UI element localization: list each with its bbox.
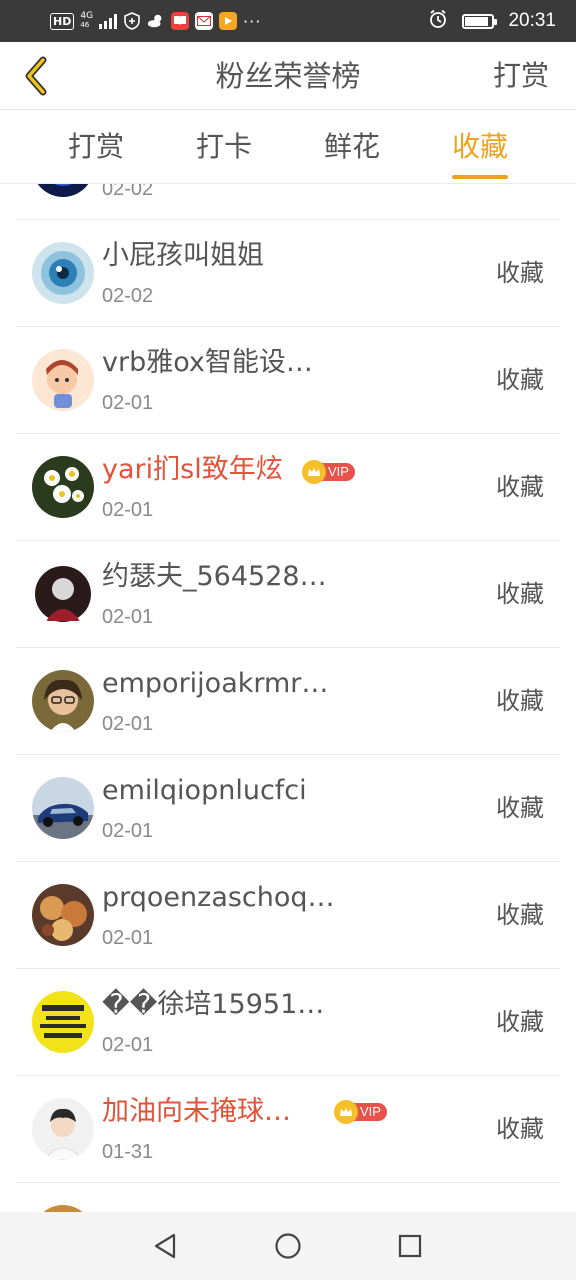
list-item[interactable] [16, 1183, 560, 1212]
avatar [32, 991, 94, 1053]
back-button[interactable] [14, 54, 58, 98]
system-nav-bar [0, 1212, 576, 1280]
user-name: prqoenzaschoq… [102, 882, 335, 913]
avatar [32, 184, 94, 197]
recents-square-icon[interactable] [390, 1226, 430, 1266]
tab-label: 鲜花 [323, 130, 380, 163]
date: 01-31 [102, 1141, 154, 1163]
user-name: 加油向未掩球… [102, 1096, 291, 1127]
avatar [32, 884, 94, 946]
list-item[interactable]: prqoenzaschoq… 02-01 收藏 [16, 862, 560, 969]
avatar [32, 1205, 94, 1212]
tab-label: 打卡 [195, 130, 252, 163]
user-name: emporijoakrmr… [102, 668, 329, 699]
action-label: 收藏 [496, 1008, 544, 1036]
date: 02-01 [102, 392, 154, 414]
tab-bar: 打赏 打卡 鲜花 收藏 [0, 110, 576, 184]
list-item[interactable]: 02-02 [16, 184, 560, 220]
header: 粉丝荣誉榜 打赏 [0, 42, 576, 110]
signal-icon [99, 13, 118, 29]
mail-app-icon [195, 12, 214, 30]
action-label: 收藏 [496, 901, 544, 929]
date: 02-01 [102, 713, 154, 735]
avatar [32, 670, 94, 732]
action-label: 收藏 [496, 580, 544, 608]
vip-badge: VIP [334, 1100, 387, 1124]
date: 02-02 [102, 184, 154, 200]
battery-icon [462, 13, 498, 29]
clock: 20:31 [508, 10, 556, 31]
tab-favorites[interactable]: 收藏 [425, 110, 535, 184]
user-name: vrb雅ox智能设… [102, 347, 313, 378]
crown-icon [334, 1100, 358, 1124]
date: 02-01 [102, 606, 154, 628]
list-item[interactable]: ��徐培15951… 02-01 收藏 [16, 969, 560, 1076]
list-item[interactable]: 约瑟夫_564528… 02-01 收藏 [16, 541, 560, 648]
status-left: HD 4G 46 ··· [50, 10, 261, 32]
video-app-icon [219, 12, 238, 30]
user-name: ��徐培15951… [102, 989, 325, 1020]
list-item[interactable]: vrb雅ox智能设… 02-01 收藏 [16, 327, 560, 434]
list-item[interactable]: 小屁孩叫姐姐 02-02 收藏 [16, 220, 560, 327]
list-item[interactable]: yari扪sl致年炫 VIP 02-01 收藏 [16, 434, 560, 541]
action-label: 收藏 [496, 687, 544, 715]
date: 02-01 [102, 927, 154, 949]
vip-badge: VIP [302, 460, 355, 484]
date: 02-01 [102, 1034, 154, 1056]
weather-icon [147, 12, 165, 30]
avatar [32, 1098, 94, 1160]
crown-icon [302, 460, 326, 484]
tab-label: 打赏 [67, 130, 124, 163]
user-name: 小屁孩叫姐姐 [102, 240, 264, 271]
network-type: 4G [80, 11, 94, 21]
network-sub: 46 [80, 21, 90, 29]
user-name: emilqiopnlucfci [102, 775, 307, 806]
action-label: 收藏 [496, 1115, 544, 1143]
user-name: 约瑟夫_564528… [102, 561, 327, 592]
reward-button[interactable]: 打赏 [493, 42, 549, 110]
hd-indicator: HD [50, 12, 75, 30]
avatar [32, 349, 94, 411]
list-item[interactable]: emilqiopnlucfci 02-01 收藏 [16, 755, 560, 862]
tab-checkin[interactable]: 打卡 [169, 110, 279, 184]
chevron-left-icon [25, 56, 47, 96]
alarm-icon [428, 9, 448, 33]
date: 02-01 [102, 820, 154, 842]
status-right: 20:31 [428, 8, 556, 34]
more-dots-icon: ··· [243, 11, 262, 31]
user-name: yari扪sl致年炫 [102, 454, 283, 485]
network-indicator: 4G 46 [80, 12, 93, 30]
tab-reward[interactable]: 打赏 [41, 110, 151, 184]
avatar [32, 242, 94, 304]
tab-label: 收藏 [451, 110, 509, 184]
action-label: 收藏 [496, 366, 544, 394]
avatar [32, 563, 94, 625]
book-app-icon [171, 12, 190, 30]
date: 02-02 [102, 285, 154, 307]
home-circle-icon[interactable] [268, 1226, 308, 1266]
status-bar: HD 4G 46 ··· 20:31 [0, 0, 576, 42]
back-triangle-icon[interactable] [145, 1226, 185, 1266]
shield-icon [123, 12, 141, 30]
action-label: 收藏 [496, 473, 544, 501]
tab-flowers[interactable]: 鲜花 [297, 110, 407, 184]
fan-list[interactable]: 02-02 小屁孩叫姐姐 02-02 收藏 vrb雅ox智能设… 02-01 收… [16, 184, 560, 1212]
avatar [32, 456, 94, 518]
action-label: 收藏 [496, 259, 544, 287]
action-label: 收藏 [496, 794, 544, 822]
list-item[interactable]: 加油向未掩球… VIP 01-31 收藏 [16, 1076, 560, 1183]
list-item[interactable]: emporijoakrmr… 02-01 收藏 [16, 648, 560, 755]
page-title: 粉丝荣誉榜 [215, 59, 361, 93]
date: 02-01 [102, 499, 154, 521]
avatar [32, 777, 94, 839]
